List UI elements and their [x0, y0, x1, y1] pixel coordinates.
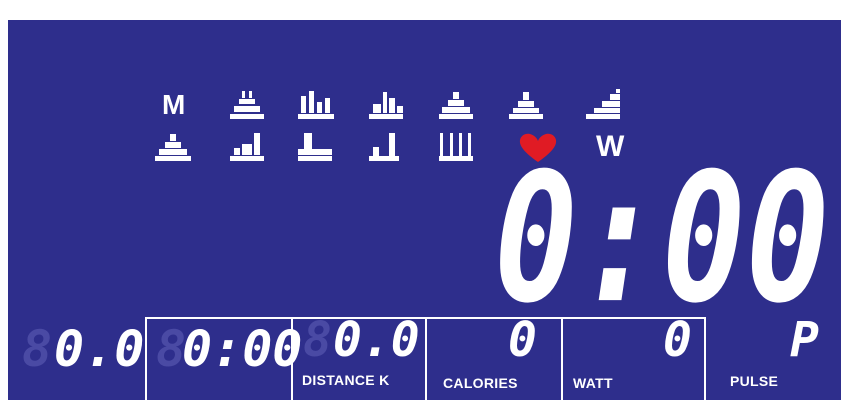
program-profile-6-icon — [586, 88, 620, 120]
program-profile-10-icon — [369, 130, 399, 162]
distance-value: 0.0 — [333, 312, 420, 368]
program-profile-5-icon — [509, 88, 543, 120]
cell-1-ghost-digit: 8 — [22, 320, 53, 378]
pulse-value: P — [790, 312, 819, 368]
manual-program-symbol: M — [162, 89, 186, 120]
program-profile-1-icon — [230, 88, 264, 120]
lcd-panel: M W 0:00 8 0.0 8 0:00 8 0.0 DISTANCE K 0… — [8, 20, 841, 400]
watt-label: WATT — [573, 375, 613, 391]
distance-label: DISTANCE K — [302, 372, 390, 388]
program-profile-4-icon — [439, 88, 473, 120]
program-profile-8-icon — [230, 130, 264, 162]
frame-divider-5 — [704, 317, 706, 400]
main-time-display: 0:00 — [494, 135, 830, 344]
calories-value: 0 — [508, 312, 537, 368]
program-profile-11-icon — [439, 130, 473, 162]
speed-value: 0.0 — [54, 320, 145, 378]
frame-divider-1 — [145, 317, 147, 400]
frame-divider-3 — [425, 317, 427, 400]
pulse-label: PULSE — [730, 373, 779, 389]
program-profile-3-icon — [369, 88, 403, 120]
cell-3-ghost-digit: 8 — [303, 312, 332, 368]
frame-divider-4 — [561, 317, 563, 400]
program-profile-9-icon — [298, 130, 332, 162]
program-profile-2-icon — [298, 88, 334, 120]
program-profile-7-icon — [155, 130, 191, 162]
calories-label: CALORIES — [443, 375, 518, 391]
watt-value: 0 — [663, 312, 692, 368]
time-value: 0:00 — [182, 320, 303, 378]
